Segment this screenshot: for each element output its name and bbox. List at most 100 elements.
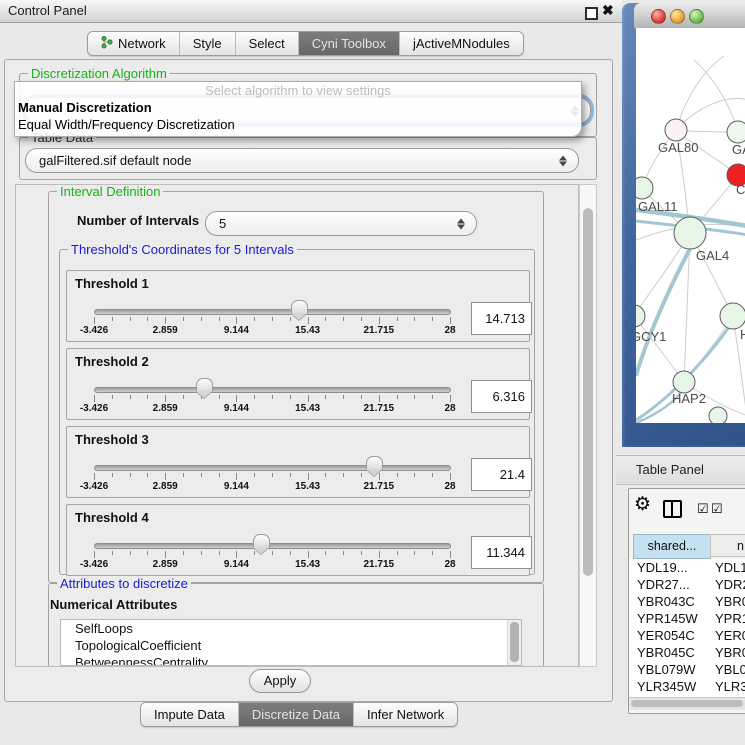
table-panel-widget: ⚙ ☑ ☑ shared... n YDL19...YDL1YDR27...YD… [628,488,745,714]
tick-label: 9.144 [224,325,249,336]
scrollbar-thumb[interactable] [583,208,593,576]
tab-cyni-toolbox[interactable]: Cyni Toolbox [299,32,400,55]
interval-definition-title: Interval Definition [57,184,163,199]
slider-track[interactable] [94,543,451,549]
network-node[interactable] [727,121,745,143]
network-node[interactable] [673,371,695,393]
tick-label: 28 [444,403,455,414]
table-rows: YDL19...YDL1YDR27...YDR2YBR043CYBR0YPR14… [629,559,745,697]
close-traffic-light-icon[interactable] [651,9,666,24]
num-intervals-spinner[interactable]: 5 [205,211,477,236]
tab-infer-network[interactable]: Infer Network [354,703,457,726]
checkbox-icon[interactable]: ☑ [711,502,723,515]
tab-jactivemnodules[interactable]: jActiveMNodules [400,32,523,55]
table-panel-title: Table Panel [636,456,704,484]
slider-track[interactable] [94,387,451,393]
cell-name: YLR3 [715,678,745,695]
threshold-value-field[interactable]: 11.344 [471,536,532,569]
network-node[interactable] [636,177,653,199]
threshold-slider[interactable]: -3.4262.8599.14415.4321.71528 [94,382,450,418]
attribute-list-item[interactable]: SelfLoops [61,620,521,637]
tab-label: Style [193,36,222,51]
network-node[interactable] [636,305,645,327]
table-row[interactable]: YBR045CYBR0 [629,644,745,661]
tab-style[interactable]: Style [180,32,236,55]
table-row[interactable]: YPR145WYPR1 [629,610,745,627]
tick-label: 28 [444,559,455,570]
table-row[interactable]: YDR27...YDR2 [629,576,745,593]
panel-title: Control Panel [8,3,87,18]
cell-name: YER0 [715,627,745,644]
tick-label: 28 [444,481,455,492]
slider-thumb[interactable] [196,378,213,392]
slider-thumb[interactable] [366,456,383,470]
algorithm-dropdown-popup: Select algorithm to view settings Manual… [14,81,582,137]
threshold-value-field[interactable]: 14.713 [471,302,532,335]
attributes-scrollbar[interactable] [507,620,521,665]
gear-icon[interactable]: ⚙ [634,495,651,514]
network-node[interactable] [709,407,727,423]
float-window-icon[interactable] [585,7,598,20]
apply-button[interactable]: Apply [249,669,311,693]
slider-track[interactable] [94,309,451,315]
column-header-name[interactable]: n [710,534,745,557]
table-row[interactable]: YBR043CYBR0 [629,593,745,610]
network-window-titlebar[interactable] [634,3,745,29]
tab-impute-data[interactable]: Impute Data [141,703,239,726]
slider-thumb[interactable] [253,534,270,548]
tab-label: Infer Network [367,707,444,722]
control-panel-titlebar: Control Panel ✖ [0,0,622,23]
network-node[interactable] [665,119,687,141]
numerical-attributes-label: Numerical Attributes [50,597,177,612]
network-canvas[interactable]: GAL80GACGAL11GAL4GCY1HHAP2 [636,28,745,423]
table-horizontal-scrollbar[interactable] [629,697,745,710]
bottom-tab-bar: Impute Data Discretize Data Infer Network [140,702,458,727]
network-node[interactable] [720,303,745,329]
column-header-shared-name[interactable]: shared... [633,534,711,559]
slider-track[interactable] [94,465,451,471]
zoom-traffic-light-icon[interactable] [689,9,704,24]
tick-label: 15.43 [295,403,320,414]
threshold-slider[interactable]: -3.4262.8599.14415.4321.71528 [94,538,450,574]
threshold-slider[interactable]: -3.4262.8599.14415.4321.71528 [94,304,450,340]
threshold-value-field[interactable]: 21.4 [471,458,532,491]
split-column-icon[interactable] [663,500,682,518]
close-icon[interactable]: ✖ [602,2,614,19]
threshold-row: Threshold 4-3.4262.8599.14415.4321.71528… [66,504,530,576]
scrollbar-thumb[interactable] [631,700,743,707]
threshold-value-field[interactable]: 6.316 [471,380,532,413]
network-view-window[interactable]: GAL80GACGAL11GAL4GCY1HHAP2 [622,3,745,447]
table-row[interactable]: YBL079WYBL0 [629,661,745,678]
tab-select[interactable]: Select [236,32,299,55]
num-intervals-value: 5 [219,212,226,235]
tab-discretize-data[interactable]: Discretize Data [239,703,354,726]
tick-label: 21.715 [364,481,395,492]
table-row[interactable]: YDL19...YDL1 [629,559,745,576]
numerical-attributes-list[interactable]: SelfLoopsTopologicalCoefficientBetweenne… [60,619,522,666]
attribute-list-item[interactable]: BetweennessCentrality [61,654,521,666]
table-row[interactable]: YER054C YER0 [629,627,745,644]
threshold-slider[interactable]: -3.4262.8599.14415.4321.71528 [94,460,450,496]
node-label: GCY1 [636,329,666,344]
node-label: C [736,182,745,197]
node-label: GA [732,142,745,157]
checkbox-icon[interactable]: ☑ [697,502,709,515]
slider-thumb[interactable] [291,300,308,314]
dropdown-option-equal-width[interactable]: Equal Width/Frequency Discretization [15,116,581,133]
settings-scrollbar[interactable] [579,184,597,667]
screen: Control Panel ✖ Network Style SelectCyni T… [0,0,745,745]
slider-ticks: -3.4262.8599.14415.4321.71528 [94,473,450,499]
tab-label: Impute Data [154,707,225,722]
dropdown-option-manual[interactable]: Manual Discretization [15,99,581,116]
minimize-traffic-light-icon[interactable] [670,9,685,24]
cell-shared-name: YER054C [637,627,695,644]
table-data-combobox[interactable]: galFiltered.sif default node [25,148,579,173]
tab-label: jActiveMNodules [413,36,510,51]
cell-shared-name: YPR145W [637,610,698,627]
network-graph: GAL80GACGAL11GAL4GCY1HHAP2 [636,28,745,423]
network-node[interactable] [674,217,706,249]
tab-network[interactable]: Network [88,32,180,55]
table-row[interactable]: YLR345WYLR3 [629,678,745,695]
algorithm-group-title: Discretization Algorithm [28,66,170,81]
attribute-list-item[interactable]: TopologicalCoefficient [61,637,521,654]
